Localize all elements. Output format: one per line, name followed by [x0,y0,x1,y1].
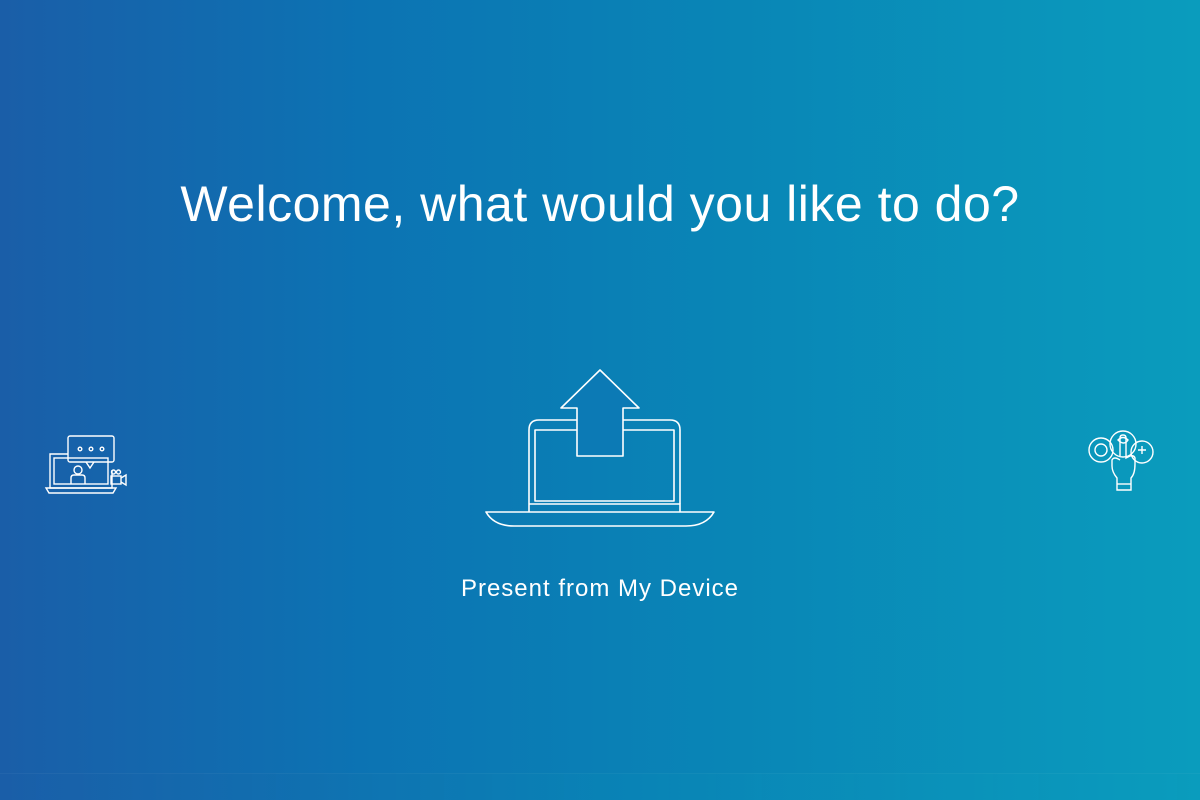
laptop-upload-icon [485,369,715,527]
option-label: Present from My Device [460,575,740,602]
option-carousel: Present from My Device [0,0,1200,800]
bottom-bar [0,773,1200,800]
option-touch-apps[interactable] [1084,426,1160,496]
option-present-from-my-device[interactable]: Present from My Device [450,360,750,620]
option-video-meeting[interactable] [40,430,132,500]
touch-apps-icon [1088,430,1154,491]
video-meeting-icon [44,435,127,494]
